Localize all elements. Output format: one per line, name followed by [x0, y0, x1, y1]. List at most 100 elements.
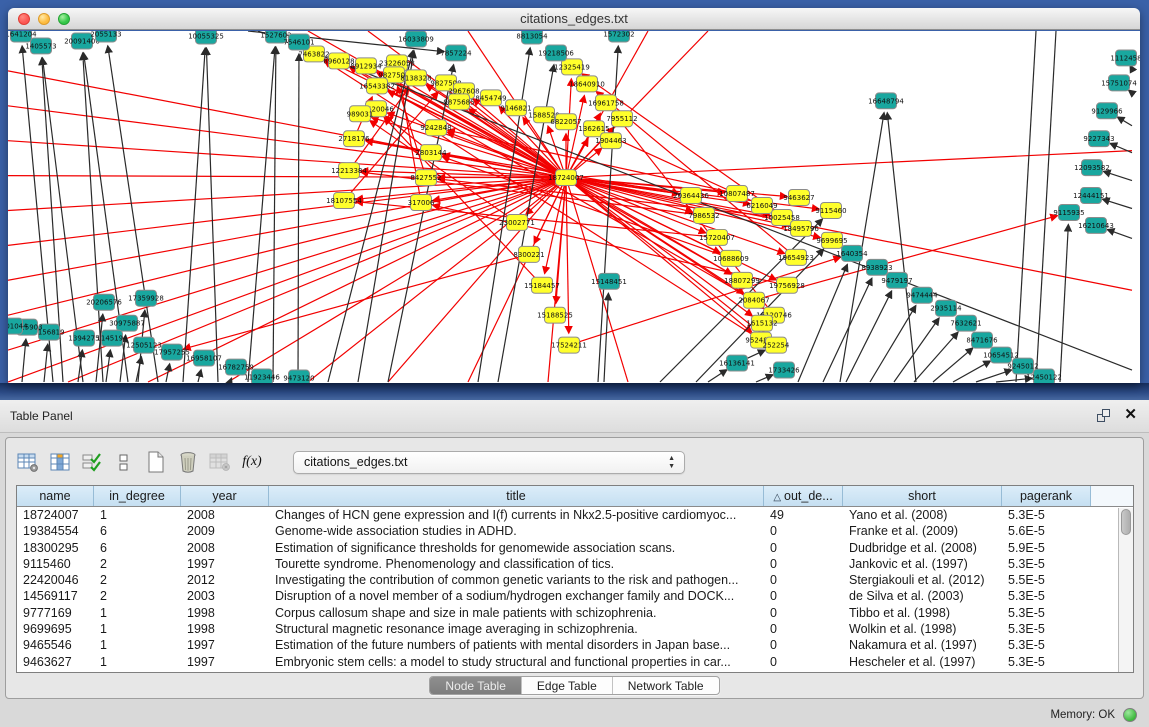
table-cell: 6 — [94, 523, 181, 539]
memory-status-indicator[interactable] — [1123, 708, 1137, 722]
graph-node[interactable]: 15184457 — [524, 277, 560, 293]
graph-node[interactable]: 9115935 — [1053, 205, 1084, 221]
table-cell: 5.3E-5 — [1002, 556, 1091, 572]
graph-node[interactable]: 252254 — [763, 337, 790, 353]
graph-node[interactable]: 9146821 — [500, 100, 531, 116]
table-cell: 0 — [764, 556, 843, 572]
graph-node[interactable]: 1112458 — [1110, 50, 1140, 66]
graph-node[interactable]: 8300221 — [513, 246, 544, 262]
graph-node[interactable]: 1733426 — [768, 362, 799, 378]
network-canvas[interactable]: 1872400774638228960128891293423226058982… — [8, 31, 1140, 383]
column-header-name[interactable]: name — [17, 486, 94, 506]
graph-node[interactable]: 12444151 — [1073, 188, 1109, 204]
new-column-icon[interactable] — [143, 449, 169, 475]
graph-node[interactable]: 9474444 — [906, 287, 938, 303]
graph-node[interactable]: 9875685 — [443, 94, 474, 110]
graph-node-label: 12450122 — [1026, 374, 1062, 382]
import-table-icon[interactable] — [207, 449, 233, 475]
graph-node[interactable]: 9115460 — [815, 203, 846, 219]
graph-node[interactable]: 9129966 — [1091, 103, 1122, 119]
graph-node[interactable]: 8427552 — [410, 170, 441, 186]
network-select[interactable]: citations_edges.txt ▲▼ — [293, 451, 685, 474]
graph-node[interactable]: 10055325 — [188, 31, 224, 44]
table-cell: 1998 — [181, 605, 269, 621]
graph-node[interactable]: 17524211 — [551, 337, 587, 353]
table-row[interactable]: 969969511998Structural magnetic resonanc… — [17, 621, 1133, 637]
graph-node[interactable]: 8471676 — [966, 332, 997, 348]
graph-node[interactable]: 15188525 — [537, 307, 573, 323]
graph-node[interactable]: 7986532 — [688, 207, 719, 223]
graph-node[interactable]: 8138328 — [400, 70, 431, 86]
graph-node[interactable]: 8912934 — [350, 58, 382, 74]
column-header-year[interactable]: year — [181, 486, 269, 506]
graph-node-label: 2803144 — [415, 149, 447, 157]
table-row[interactable]: 977716911998Corpus callosum shape and si… — [17, 605, 1133, 621]
graph-node[interactable]: 19654923 — [778, 249, 814, 265]
graph-edge — [914, 332, 958, 382]
graph-node[interactable]: 15751074 — [1101, 75, 1137, 91]
float-panel-icon[interactable] — [1097, 409, 1110, 422]
tab-edge-table[interactable]: Edge Table — [522, 677, 613, 694]
column-header-short[interactable]: short — [843, 486, 1002, 506]
graph-node[interactable]: 7955112 — [606, 111, 637, 127]
graph-node[interactable]: 9463627 — [783, 190, 814, 206]
table-row[interactable]: 911546021997Tourette syndrome. Phenomeno… — [17, 556, 1133, 572]
graph-node[interactable]: 1640354 — [836, 245, 868, 261]
column-header-pagerank[interactable]: pagerank — [1002, 486, 1091, 506]
graph-node[interactable]: 2718176 — [338, 131, 369, 147]
graph-node[interactable]: 317006 — [408, 195, 435, 211]
graph-node[interactable]: 1572302 — [603, 31, 634, 42]
tab-network-table[interactable]: Network Table — [613, 677, 719, 694]
graph-node[interactable]: 9242848 — [420, 120, 451, 136]
graph-node[interactable]: 989031 — [347, 106, 374, 122]
select-rows-icon[interactable] — [79, 449, 105, 475]
zoom-window-button[interactable] — [58, 13, 70, 25]
table-row[interactable]: 2242004622012Investigating the contribut… — [17, 572, 1133, 588]
network-window-titlebar[interactable]: citations_edges.txt — [8, 8, 1140, 30]
table-row[interactable]: 1938455462009Genome-wide association stu… — [17, 523, 1133, 539]
graph-node[interactable]: 1904463 — [595, 133, 626, 149]
graph-node[interactable]: 9227343 — [1083, 131, 1114, 147]
column-header-in-degree[interactable]: in_degree — [94, 486, 181, 506]
graph-node[interactable]: 1615132 — [746, 315, 777, 331]
graph-node[interactable]: 16210643 — [1078, 217, 1114, 233]
graph-node[interactable]: 6822057 — [550, 114, 581, 130]
graph-node[interactable]: 9473120 — [283, 370, 314, 383]
function-builder-icon[interactable]: f(x) — [239, 449, 265, 475]
graph-node[interactable]: 16033809 — [398, 31, 434, 47]
graph-node[interactable]: 1394275 — [68, 330, 99, 346]
table-scrollbar-thumb[interactable] — [1121, 509, 1131, 535]
column-header-title[interactable]: title — [269, 486, 764, 506]
graph-node[interactable]: 8813054 — [516, 31, 548, 44]
table-row[interactable]: 946554611997Estimation of the future num… — [17, 637, 1133, 653]
table-row[interactable]: 1830029562008Estimation of significance … — [17, 540, 1133, 556]
delete-column-icon[interactable] — [175, 449, 201, 475]
column-header-out-de-[interactable]: △out_de... — [764, 486, 843, 506]
table-mode-icon[interactable] — [15, 449, 41, 475]
graph-node[interactable]: 7857224 — [440, 45, 472, 61]
close-panel-icon[interactable]: ✕ — [1124, 408, 1137, 422]
graph-node[interactable]: 16961758 — [588, 95, 624, 111]
close-window-button[interactable] — [18, 13, 30, 25]
graph-node[interactable]: 15148451 — [591, 273, 627, 289]
graph-node-label: 17524211 — [551, 342, 587, 350]
table-scrollbar[interactable] — [1118, 508, 1133, 672]
table-row[interactable]: 1456911722003Disruption of a novel membe… — [17, 588, 1133, 604]
graph-node[interactable]: 12093582 — [1074, 160, 1110, 176]
graph-node[interactable]: 18640910 — [569, 76, 605, 92]
graph-edge — [44, 344, 48, 382]
graph-node[interactable]: 16648794 — [868, 93, 904, 109]
merge-rows-icon[interactable] — [111, 449, 137, 475]
tab-node-table[interactable]: Node Table — [430, 677, 522, 694]
graph-node[interactable]: 7546101 — [283, 34, 314, 50]
table-row[interactable]: 1872400712008Changes of HCN gene express… — [17, 507, 1133, 523]
show-columns-icon[interactable] — [47, 449, 73, 475]
table-row[interactable]: 946362711997Embryonic stem cells: a mode… — [17, 654, 1133, 670]
graph-node[interactable]: 7632621 — [950, 315, 981, 331]
minimize-window-button[interactable] — [38, 13, 50, 25]
graph-node-label: 18807299 — [724, 277, 760, 285]
graph-node[interactable]: 9479197 — [881, 272, 912, 288]
graph-node[interactable]: 15720407 — [699, 229, 735, 245]
graph-node[interactable]: 2803144 — [415, 145, 447, 161]
graph-node[interactable]: 2084067 — [738, 292, 769, 308]
